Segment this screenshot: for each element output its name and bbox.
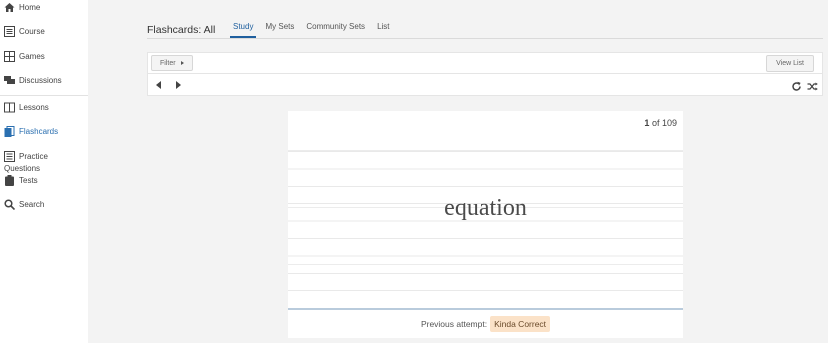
next-arrow-icon[interactable] [176,81,181,89]
sidebar-item-label: Search [19,200,45,209]
filter-bar: Filter View List [147,52,823,74]
sidebar-item-label: Home [19,3,41,12]
card-term: equation [444,195,527,221]
card-counter: 1 of 109 [644,118,677,128]
sidebar-item-label: Practice Questions [4,151,48,175]
card-current-index: 1 [644,118,650,128]
prev-arrow-icon[interactable] [156,81,161,89]
practice-questions-icon [4,151,15,162]
sidebar-item-tests[interactable]: Tests [4,175,38,186]
sidebar: Home Course Games Discussions Lessons Fl… [0,0,88,343]
sidebar-item-discussions[interactable]: Discussions [4,75,62,86]
filter-button-label: Filter [160,59,176,67]
sidebar-item-label: Flashcards [19,127,59,136]
search-icon [4,199,16,211]
discussions-icon [4,75,15,86]
games-icon [4,51,15,62]
card-footer: Previous attempt: Kinda Correct [288,310,683,338]
home-icon [4,2,15,13]
caret-right-icon [180,61,184,65]
sidebar-item-label-line: Questions [4,164,41,173]
card-ruled-lines [288,151,683,307]
sidebar-item-label: Discussions [19,76,62,85]
sidebar-item-label: Tests [19,176,38,185]
page-title: Flashcards: All [147,24,216,36]
flashcards-icon [4,126,15,137]
sidebar-item-label: Course [19,27,45,36]
tab-bar: Study My Sets Community Sets List [230,22,399,38]
card-total: 109 [661,118,677,128]
sidebar-item-label-line: Practice [19,152,48,161]
sidebar-item-label: Lessons [19,103,49,112]
sidebar-item-practice-questions[interactable]: Practice Questions [4,151,48,175]
previous-attempt-label: Previous attempt: [420,319,488,329]
sidebar-item-flashcards[interactable]: Flashcards [4,126,58,137]
sidebar-item-home[interactable]: Home [4,2,40,13]
refresh-icon[interactable] [791,79,802,91]
tab-my-sets[interactable]: My Sets [262,22,297,38]
sidebar-divider [0,95,88,96]
previous-attempt-badge: Kinda Correct [490,316,551,332]
tab-list[interactable]: List [374,22,392,38]
sidebar-item-search[interactable]: Search [4,199,45,211]
sidebar-item-label: Games [19,52,45,61]
filter-button[interactable]: Filter [151,55,193,71]
card-of-label: of [651,118,660,128]
sidebar-item-games[interactable]: Games [4,51,45,62]
tests-icon [4,175,15,186]
card-navigation-bar [147,74,823,96]
header-divider [147,38,823,39]
tab-community-sets[interactable]: Community Sets [303,22,368,38]
shuffle-icon[interactable] [807,79,818,91]
view-list-button[interactable]: View List [766,55,814,72]
course-icon [4,26,15,37]
sidebar-item-lessons[interactable]: Lessons [4,102,49,113]
sidebar-item-course[interactable]: Course [4,26,45,37]
flashcard[interactable]: 1 of 109 equation [288,111,683,309]
tab-study[interactable]: Study [230,22,257,38]
lessons-icon [4,102,15,113]
